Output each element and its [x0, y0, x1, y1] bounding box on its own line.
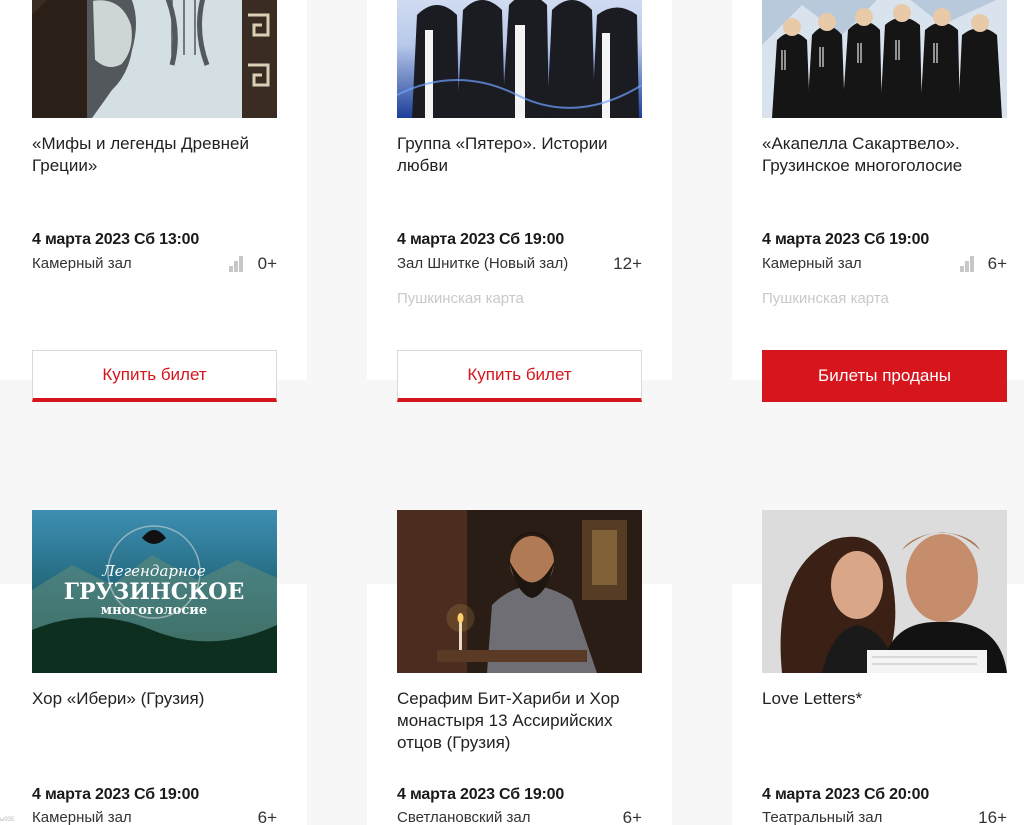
event-title[interactable]: Хор «Ибери» (Грузия)	[32, 688, 292, 710]
pushkin-card-label: Пушкинская карта	[397, 290, 524, 307]
event-hall: Камерный зал	[32, 255, 132, 272]
event-title[interactable]: «Акапелла Сакартвело». Грузинское многог…	[762, 133, 1007, 177]
event-date: 4 марта 2023 Сб 20:00	[762, 786, 930, 803]
event-title[interactable]: Группа «Пятеро». Истории любви	[397, 133, 637, 177]
age-rating: 6+	[622, 808, 642, 825]
footer-tiny-text: ы935	[0, 817, 15, 823]
event-hall: Камерный зал	[762, 255, 862, 272]
event-title[interactable]: «Мифы и легенды Древней Греции»	[32, 133, 292, 177]
event-hall: Светлановский зал	[397, 809, 531, 825]
tickets-sold-out-button[interactable]: Билеты проданы	[762, 350, 1007, 402]
event-title[interactable]: Love Letters*	[762, 688, 1007, 710]
age-rating: 12+	[613, 254, 642, 273]
buy-ticket-button[interactable]: Купить билет	[397, 350, 642, 402]
event-date: 4 марта 2023 Сб 13:00	[32, 231, 200, 248]
event-poster[interactable]: Легендарное ГРУЗИНСКОЕ многоголосие	[32, 510, 277, 673]
poster-line-3: многоголосие	[101, 603, 207, 618]
age-rating: 16+	[978, 808, 1007, 825]
event-date: 4 марта 2023 Сб 19:00	[397, 231, 565, 248]
age-rating: 6+	[987, 254, 1007, 273]
event-poster[interactable]	[762, 510, 1007, 673]
event-poster[interactable]	[32, 0, 277, 118]
popularity-icon	[960, 256, 975, 272]
event-poster[interactable]	[397, 0, 642, 118]
event-date: 4 марта 2023 Сб 19:00	[397, 786, 565, 803]
event-poster[interactable]	[762, 0, 1007, 118]
age-rating: 6+	[257, 808, 277, 825]
poster-line-1: Легендарное	[101, 562, 206, 580]
age-rating: 0+	[257, 254, 277, 273]
buy-ticket-button[interactable]: Купить билет	[32, 350, 277, 402]
event-title[interactable]: Серафим Бит-Хариби и Хор монастыря 13 Ас…	[397, 688, 642, 754]
event-hall: Камерный зал	[32, 809, 132, 825]
event-date: 4 марта 2023 Сб 19:00	[762, 231, 930, 248]
event-hall: Зал Шнитке (Новый зал)	[397, 255, 569, 272]
event-hall: Театральный зал	[762, 809, 883, 825]
event-date: 4 марта 2023 Сб 19:00	[32, 786, 200, 803]
poster-line-2: ГРУЗИНСКОЕ	[64, 579, 244, 605]
pushkin-card-label: Пушкинская карта	[762, 290, 889, 307]
event-poster[interactable]	[397, 510, 642, 673]
